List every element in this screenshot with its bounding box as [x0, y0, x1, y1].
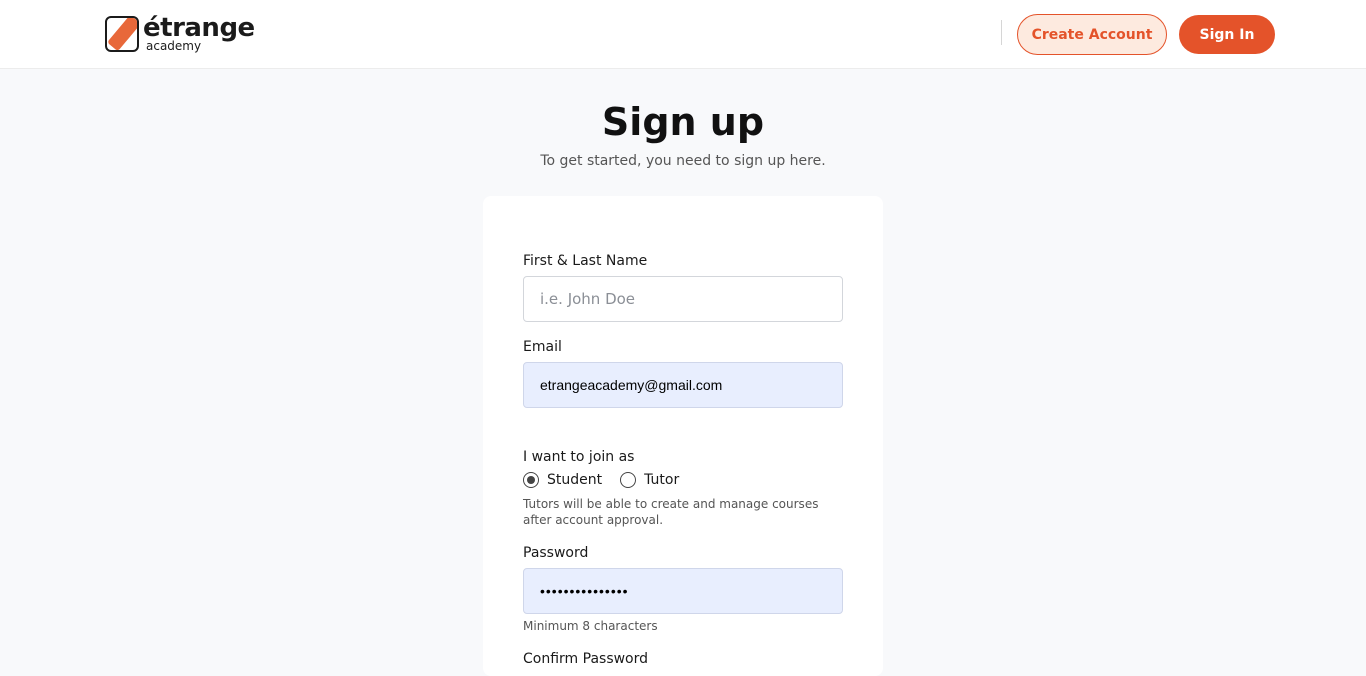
logo-text: étrange academy: [143, 15, 255, 52]
page-title: Sign up: [601, 100, 765, 144]
join-as-label: I want to join as: [523, 449, 635, 465]
brand-logo[interactable]: étrange academy: [105, 15, 255, 52]
email-input[interactable]: [523, 362, 843, 408]
password-input[interactable]: [523, 568, 843, 614]
password-hint: Minimum 8 characters: [523, 619, 658, 633]
top-header: étrange academy Create Account Sign In: [0, 0, 1366, 69]
create-account-button[interactable]: Create Account: [1017, 14, 1167, 55]
radio-student[interactable]: Student: [523, 472, 602, 488]
radio-tutor[interactable]: Tutor: [620, 472, 679, 488]
radio-student-circle[interactable]: [523, 472, 539, 488]
name-input[interactable]: [523, 276, 843, 322]
header-divider: [1001, 20, 1002, 45]
radio-tutor-circle[interactable]: [620, 472, 637, 488]
logo-word: étrange: [143, 13, 255, 43]
logo-subtext: academy: [146, 39, 202, 53]
password-label: Password: [523, 545, 589, 561]
join-as-radio-group: Student Tutor: [523, 472, 697, 488]
email-label: Email: [523, 339, 562, 355]
radio-student-label: Student: [547, 472, 603, 488]
radio-tutor-label: Tutor: [644, 472, 680, 488]
tutor-approval-hint: Tutors will be able to create and manage…: [523, 497, 819, 527]
logo-icon: [105, 15, 139, 52]
page-subtitle: To get started, you need to sign up here…: [540, 153, 826, 169]
sign-in-button[interactable]: Sign In: [1179, 15, 1275, 54]
name-label: First & Last Name: [523, 253, 648, 269]
confirm-password-label: Confirm Password: [523, 651, 649, 667]
